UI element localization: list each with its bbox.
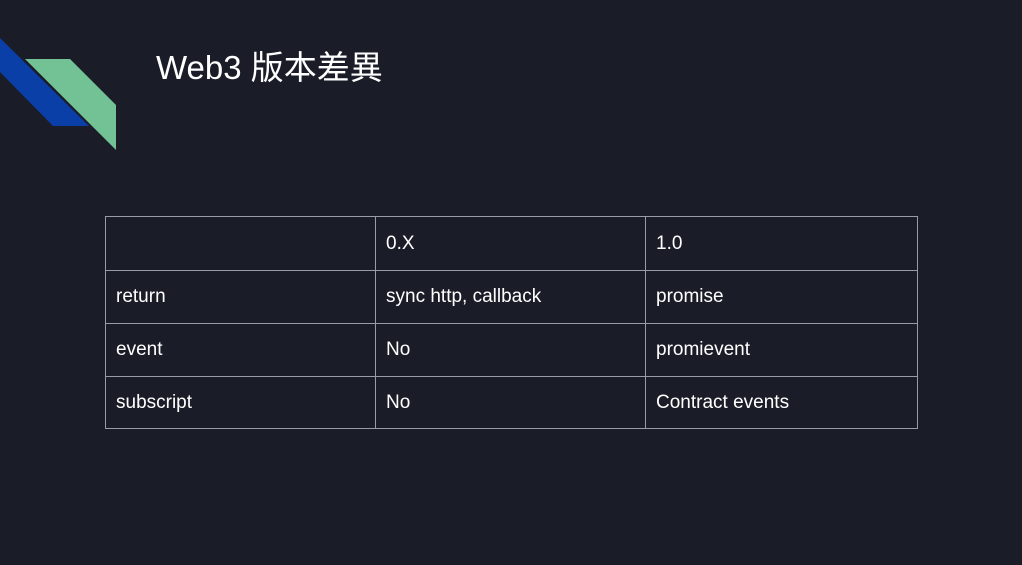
table-cell: sync http, callback bbox=[375, 270, 646, 324]
table-cell: 0.X bbox=[375, 216, 646, 271]
slide: Web3 版本差異 0.X 1.0 return sync http, call… bbox=[0, 0, 1022, 565]
table-cell: Contract events bbox=[645, 376, 918, 429]
table-cell: promievent bbox=[645, 323, 918, 377]
table-cell: return bbox=[105, 270, 376, 324]
table-cell: No bbox=[375, 376, 646, 429]
table-cell: No bbox=[375, 323, 646, 377]
table-row: subscript No Contract events bbox=[105, 376, 918, 429]
table-cell bbox=[105, 216, 376, 271]
table-row: event No promievent bbox=[105, 323, 918, 377]
table-cell: 1.0 bbox=[645, 216, 918, 271]
table-row: return sync http, callback promise bbox=[105, 270, 918, 324]
table-cell: subscript bbox=[105, 376, 376, 429]
table-cell: event bbox=[105, 323, 376, 377]
slide-title: Web3 版本差異 bbox=[156, 49, 383, 86]
version-comparison-table: 0.X 1.0 return sync http, callback promi… bbox=[105, 216, 918, 429]
table-cell: promise bbox=[645, 270, 918, 324]
corner-decoration-icon bbox=[0, 38, 116, 150]
table-header-row: 0.X 1.0 bbox=[105, 216, 918, 271]
